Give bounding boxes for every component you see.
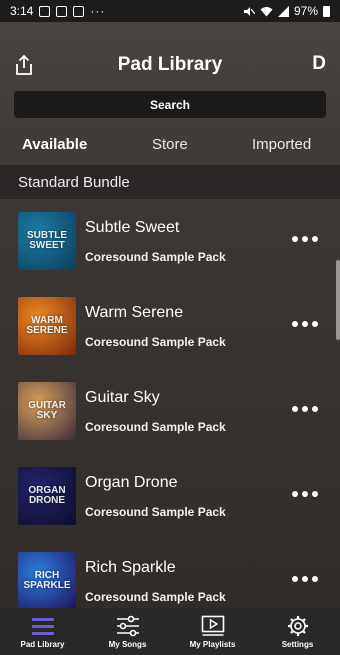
more-options-icon[interactable] — [292, 321, 318, 327]
album-art-text: SUBTLE SWEET — [27, 230, 67, 251]
item-name: Organ Drone — [85, 474, 178, 491]
more-options-icon[interactable] — [292, 236, 318, 242]
share-icon[interactable] — [14, 54, 34, 76]
item-pack: Coresound Sample Pack — [85, 420, 226, 434]
nav-label: Pad Library — [20, 640, 65, 649]
image-notification-icon — [39, 5, 51, 17]
playlist-icon — [201, 615, 224, 636]
tab-imported[interactable]: Imported — [252, 136, 311, 153]
list-item[interactable]: RICH SPARKLE Rich Sparkle Coresound Samp… — [0, 540, 340, 608]
item-name: Guitar Sky — [85, 389, 160, 406]
status-time: 3:14 — [10, 4, 34, 18]
edit-button[interactable]: D — [312, 53, 326, 75]
battery-icon — [323, 5, 330, 17]
album-art-text: GUITAR SKY — [28, 400, 66, 421]
list-item[interactable]: SUBTLE SWEET Subtle Sweet Coresound Samp… — [0, 200, 340, 285]
header: Pad Library D — [0, 40, 340, 90]
album-art-text: WARM SERENE — [26, 315, 68, 336]
list-item[interactable]: GUITAR SKY Guitar Sky Coresound Sample P… — [0, 370, 340, 455]
battery-level: 97% — [293, 4, 318, 18]
pad-list[interactable]: SUBTLE SWEET Subtle Sweet Coresound Samp… — [0, 200, 340, 608]
mail-notification-icon — [56, 5, 68, 17]
album-art-text: RICH SPARKLE — [23, 570, 71, 591]
list-item[interactable]: WARM SERENE Warm Serene Coresound Sample… — [0, 285, 340, 370]
nav-pad-library[interactable]: Pad Library — [0, 608, 85, 655]
more-options-icon[interactable] — [292, 406, 318, 412]
nav-label: Settings — [281, 640, 314, 649]
nav-settings[interactable]: Settings — [255, 608, 340, 655]
album-art: ORGAN DRONE — [18, 467, 76, 525]
album-art: SUBTLE SWEET — [18, 212, 76, 270]
more-notifications-icon: ··· — [90, 4, 106, 18]
gear-icon — [287, 616, 308, 636]
list-item[interactable]: ORGAN DRONE Organ Drone Coresound Sample… — [0, 455, 340, 540]
nav-label: My Playlists — [189, 640, 236, 649]
nav-label: My Songs — [108, 640, 147, 649]
item-name: Warm Serene — [85, 304, 184, 321]
more-options-icon[interactable] — [292, 491, 318, 497]
scrollbar[interactable] — [336, 260, 340, 340]
mute-icon — [243, 6, 255, 16]
signal-icon — [277, 5, 289, 17]
bottom-nav: Pad Library My Songs My Playlists Settin… — [0, 608, 340, 655]
tab-available[interactable]: Available — [22, 136, 87, 153]
nav-my-playlists[interactable]: My Playlists — [170, 608, 255, 655]
sliders-icon — [116, 615, 139, 637]
search-button[interactable]: Search — [14, 91, 326, 118]
item-pack: Coresound Sample Pack — [85, 335, 226, 349]
wifi-icon — [260, 6, 273, 16]
document-notification-icon — [73, 5, 85, 17]
album-art: WARM SERENE — [18, 297, 76, 355]
item-pack: Coresound Sample Pack — [85, 505, 226, 519]
album-art: RICH SPARKLE — [18, 552, 76, 608]
more-options-icon[interactable] — [292, 576, 318, 582]
item-name: Rich Sparkle — [85, 559, 176, 576]
album-art: GUITAR SKY — [18, 382, 76, 440]
list-icon — [31, 618, 54, 635]
section-header: Standard Bundle — [0, 165, 340, 199]
tab-bar: Available Store Imported — [0, 128, 340, 162]
page-title: Pad Library — [117, 54, 223, 75]
item-pack: Coresound Sample Pack — [85, 590, 226, 604]
album-art-text: ORGAN DRONE — [28, 485, 66, 506]
nav-my-songs[interactable]: My Songs — [85, 608, 170, 655]
section-title: Standard Bundle — [18, 173, 130, 191]
item-name: Subtle Sweet — [85, 219, 180, 236]
item-pack: Coresound Sample Pack — [85, 250, 226, 264]
tab-store[interactable]: Store — [152, 136, 188, 153]
status-bar: 3:14 ··· 97% — [0, 0, 340, 22]
